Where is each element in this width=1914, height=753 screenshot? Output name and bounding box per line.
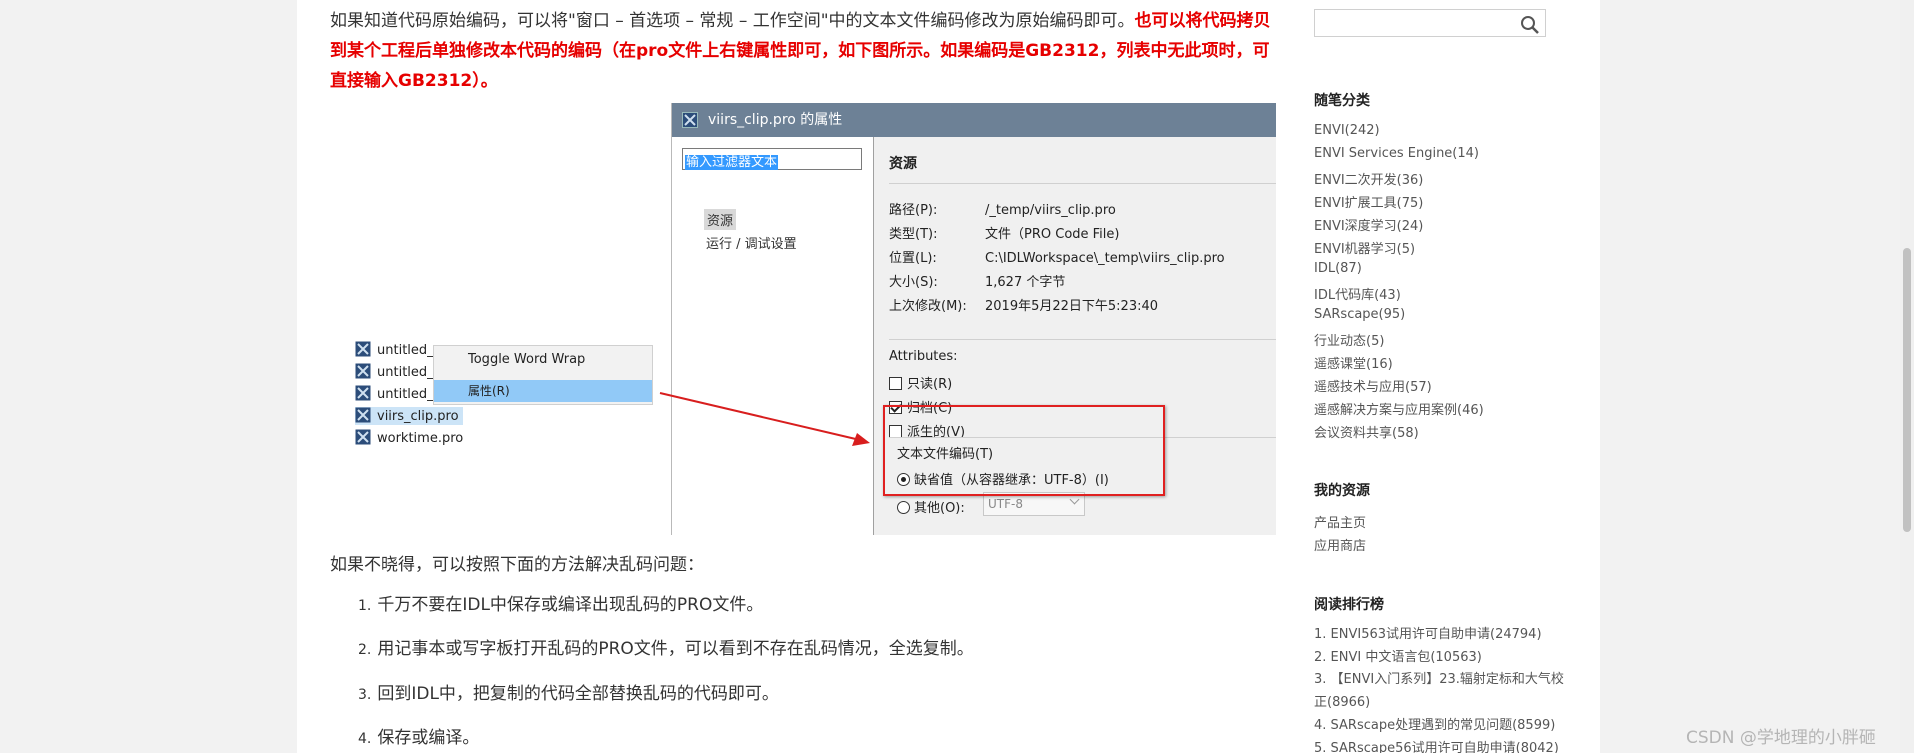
- category-link[interactable]: ENVI深度学习(24): [1314, 215, 1423, 234]
- resource-link[interactable]: 应用商店: [1314, 535, 1366, 554]
- resource-link[interactable]: 产品主页: [1314, 512, 1366, 531]
- intro-paragraph: 如果知道代码原始编码，可以将"窗口 – 首选项 – 常规 – 工作空间"中的文本…: [330, 6, 1280, 96]
- list-item-step: 1. 千万不要在IDL中保存或编译出现乱码的PRO文件。: [358, 595, 764, 615]
- category-link[interactable]: 遥感解决方案与应用案例(46): [1314, 399, 1484, 418]
- resources-title: 我的资源: [1314, 483, 1370, 499]
- category-link[interactable]: IDL代码库(43): [1314, 284, 1401, 303]
- category-link[interactable]: ENVI Services Engine(14): [1314, 146, 1479, 161]
- category-link[interactable]: 遥感课堂(16): [1314, 353, 1393, 372]
- ranking-title: 阅读排行榜: [1314, 597, 1384, 613]
- list-item-step: 2. 用记事本或写字板打开乱码的PRO文件，可以看到不存在乱码情况，全选复制。: [358, 639, 974, 659]
- search-input[interactable]: [1314, 9, 1546, 37]
- category-link[interactable]: ENVI机器学习(5): [1314, 238, 1415, 257]
- category-link[interactable]: ENVI二次开发(36): [1314, 169, 1423, 188]
- list-item-step: 3. 回到IDL中，把复制的代码全部替换乱码的代码即可。: [358, 684, 779, 704]
- category-link[interactable]: ENVI(242): [1314, 123, 1380, 138]
- intro-text: 如果知道代码原始编码，可以将"窗口 – 首选项 – 常规 – 工作空间"中的文本…: [330, 11, 1135, 31]
- search-icon[interactable]: [1520, 15, 1540, 35]
- ranking-link[interactable]: 4. SARscape处理遇到的常见问题(8599): [1314, 714, 1564, 737]
- list-item-step: 4. 保存或编译。: [358, 728, 480, 748]
- watermark: CSDN @学地理的小胖砸: [1686, 728, 1876, 748]
- ranking-link[interactable]: 5. SARscape56试用许可自助申请(8042): [1314, 737, 1564, 753]
- ranking-link[interactable]: 1. ENVI563试用许可自助申请(24794): [1314, 623, 1564, 646]
- category-link[interactable]: 遥感技术与应用(57): [1314, 376, 1432, 395]
- category-link[interactable]: ENVI扩展工具(75): [1314, 192, 1423, 211]
- red-arrow-icon: [659, 392, 870, 446]
- category-link[interactable]: IDL(87): [1314, 261, 1362, 276]
- category-link[interactable]: SARscape(95): [1314, 307, 1405, 322]
- ranking-link[interactable]: 3. 【ENVI入门系列】23.辐射定标和大气校正(8966): [1314, 668, 1564, 714]
- category-link[interactable]: 会议资料共享(58): [1314, 422, 1419, 441]
- ranking-link[interactable]: 2. ENVI 中文语言包(10563): [1314, 646, 1564, 669]
- body-paragraph: 如果不晓得，可以按照下面的方法解决乱码问题：: [330, 555, 704, 575]
- article-screenshot: viirs_clip.pro 的属性 输入过滤器文本 资源 运行 / 调试设置 …: [330, 103, 1276, 535]
- categories-title: 随笔分类: [1314, 93, 1370, 109]
- scrollbar-thumb[interactable]: [1903, 248, 1911, 532]
- category-link[interactable]: 行业动态(5): [1314, 330, 1384, 349]
